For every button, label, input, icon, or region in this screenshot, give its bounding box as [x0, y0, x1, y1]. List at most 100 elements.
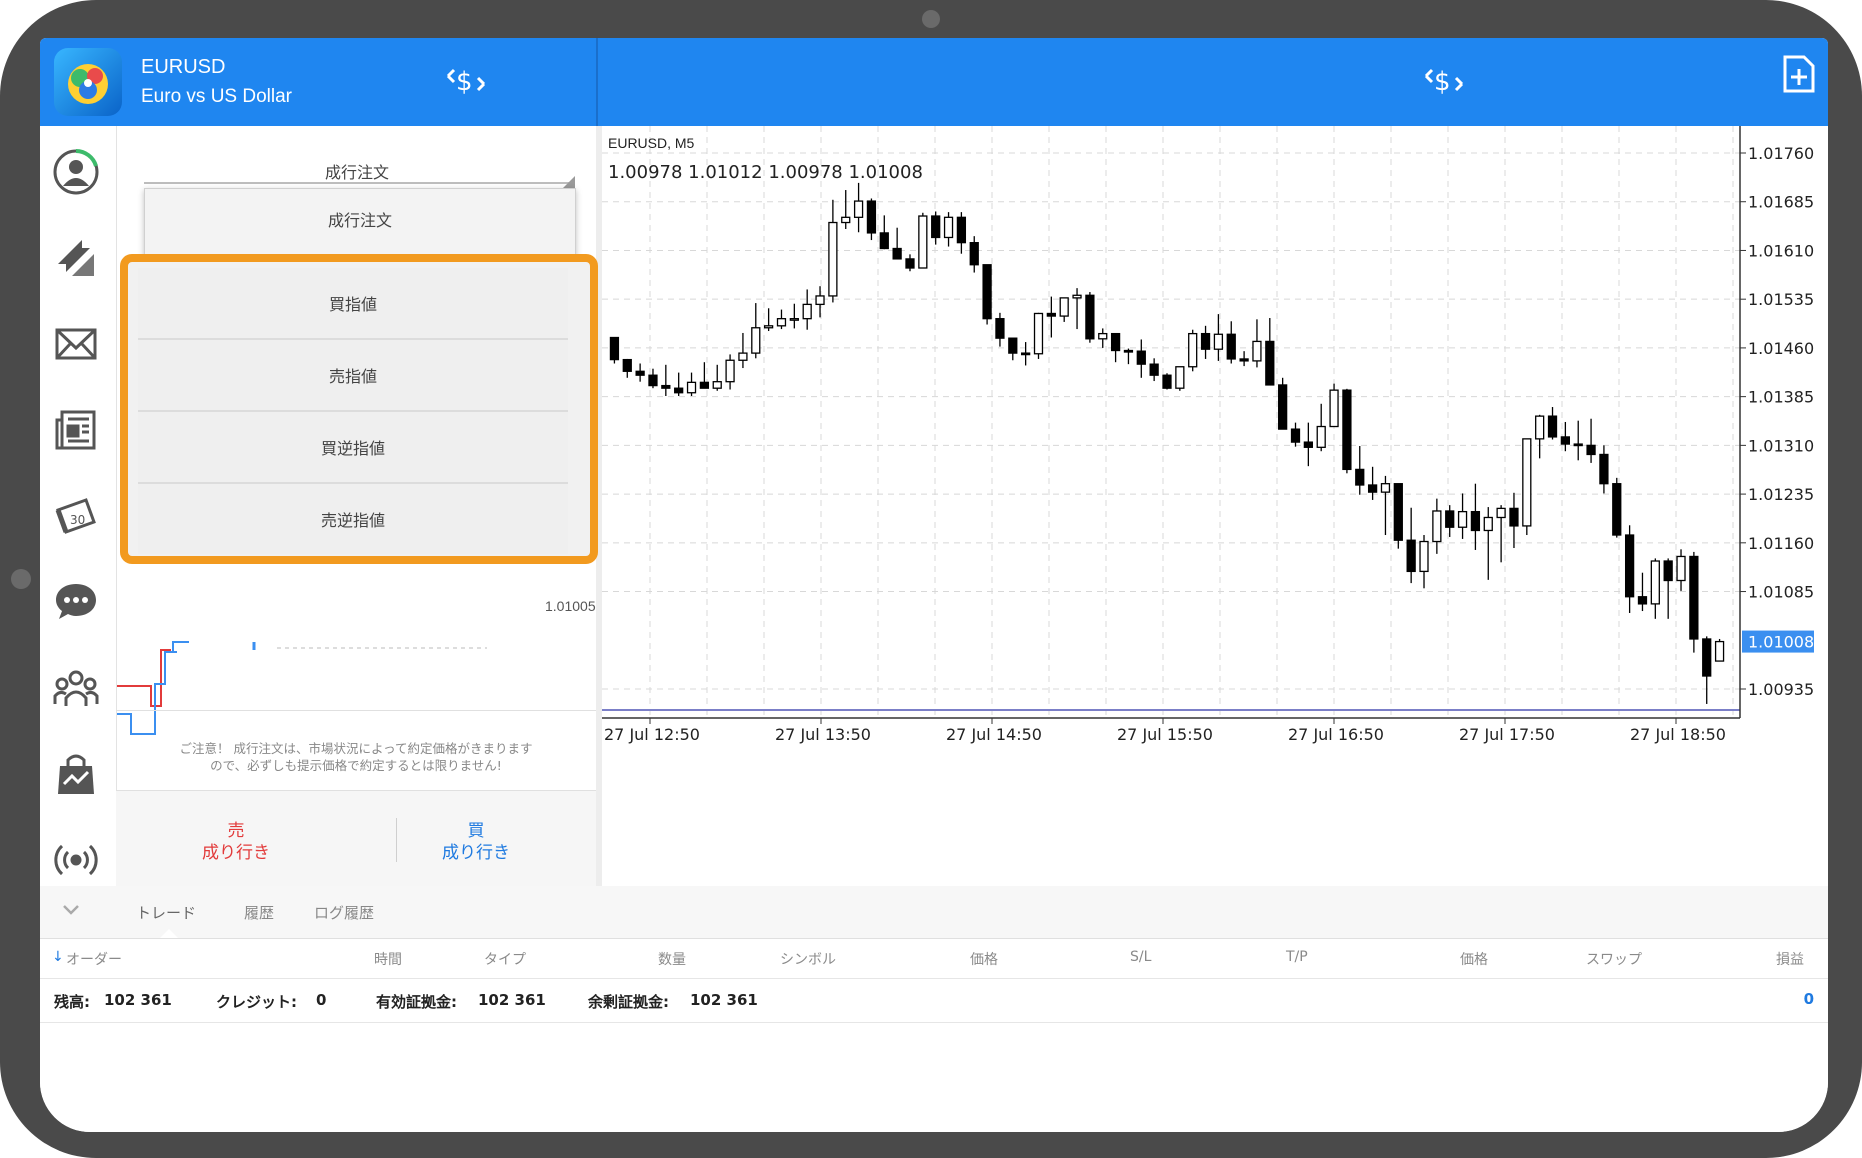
candle-body [1046, 312, 1056, 317]
chat-icon[interactable] [48, 574, 104, 630]
candle-body [1342, 389, 1352, 471]
candle-body [956, 216, 967, 244]
y-tick-label: 1.01760 [1748, 144, 1814, 163]
mail-icon[interactable] [48, 316, 104, 372]
candle-body [1098, 332, 1108, 340]
candle-body [1136, 350, 1146, 365]
candle-body [1200, 332, 1211, 350]
candle-body [699, 381, 710, 389]
candle-body [609, 336, 620, 361]
market-icon[interactable] [48, 746, 104, 802]
candle-body [943, 216, 954, 239]
col-sl[interactable]: S/L [1130, 949, 1151, 965]
candle-body [802, 303, 812, 320]
candle-body [1316, 425, 1326, 448]
candle-body [725, 359, 735, 383]
dropdown-option-sell-stop[interactable]: 売逆指値 [138, 484, 568, 554]
col-order[interactable]: オーダー [66, 949, 122, 969]
calendar-icon[interactable]: 30 [48, 488, 104, 544]
account-icon[interactable] [48, 144, 104, 200]
signal-icon[interactable] [48, 832, 104, 888]
dropdown-option-sell-limit[interactable]: 売指値 [138, 340, 568, 412]
trade-arrows-icon[interactable] [48, 230, 104, 286]
candle-body [841, 216, 851, 224]
tab-history[interactable]: 履歴 [244, 902, 274, 923]
candlestick-chart[interactable]: 1.01760 1.01685 1.01610 1.01535 1.01460 1.013… [602, 126, 1828, 781]
candle-body [648, 374, 658, 387]
y-tick-label: 1.01535 [1748, 290, 1814, 309]
candle-body [853, 200, 864, 218]
app-header: EURUSD Euro vs US Dollar $ $ [40, 38, 1828, 126]
dropdown-option-market[interactable]: 成行注文 [145, 189, 575, 249]
candle-body [1599, 453, 1609, 485]
col-volume[interactable]: 数量 [658, 949, 686, 969]
sell-button-label: 売 [227, 821, 245, 841]
y-tick-label: 1.01085 [1748, 583, 1814, 602]
candle-body [1329, 389, 1339, 428]
sell-market-button[interactable]: 売 成り行き [116, 820, 356, 864]
col-price[interactable]: 価格 [970, 949, 998, 969]
app-logo-icon[interactable] [54, 48, 122, 116]
buy-button-label: 買 [467, 821, 485, 841]
candle-body [905, 258, 915, 269]
y-tick-label: 1.01685 [1748, 193, 1814, 212]
sort-down-arrow-icon[interactable]: ↓ [52, 949, 64, 965]
candle-body [1188, 332, 1198, 368]
col-symbol[interactable]: シンボル [780, 949, 836, 969]
symbol-title: EURUSD [141, 56, 226, 78]
tab-log-history[interactable]: ログ履歴 [314, 902, 374, 923]
candle-body [892, 247, 902, 260]
candle-body [1406, 539, 1416, 573]
candle-body [815, 295, 825, 306]
currency-exchange-icon-right[interactable]: $ [1422, 58, 1466, 106]
notice-line-1: ご注意！ 成行注文は、市場状況によって約定価格がきまります [179, 741, 533, 756]
active-tab-indicator [160, 929, 178, 938]
candle-body [1650, 560, 1660, 605]
col-current-price[interactable]: 価格 [1460, 949, 1488, 969]
buy-market-button[interactable]: 買 成り行き [356, 820, 596, 864]
col-type[interactable]: タイプ [484, 949, 526, 969]
candle-body [1483, 516, 1493, 532]
candle-body [1059, 297, 1069, 317]
candle-body [1509, 507, 1519, 527]
candle-body [1470, 510, 1481, 532]
candle-body [982, 264, 992, 320]
x-tick-label: 27 Jul 14:50 [946, 725, 1042, 744]
col-profit[interactable]: 損益 [1776, 949, 1804, 969]
x-tick-label: 27 Jul 12:50 [604, 725, 700, 744]
collapse-chevron-icon[interactable] [60, 898, 82, 924]
dropdown-option-buy-stop[interactable]: 買逆指値 [138, 412, 568, 484]
price-chart[interactable]: 1.01760 1.01685 1.01610 1.01535 1.01460 1.013… [602, 126, 1828, 781]
candle-body [1213, 333, 1224, 350]
y-tick-label: 1.01385 [1748, 388, 1814, 407]
tab-trade[interactable]: トレード [136, 902, 196, 923]
svg-text:$: $ [456, 67, 473, 97]
symbol-description: Euro vs US Dollar [141, 86, 292, 107]
total-profit-value: 0 [1803, 990, 1814, 1008]
col-time[interactable]: 時間 [374, 949, 402, 969]
news-icon[interactable] [48, 402, 104, 458]
candle-body [661, 384, 671, 389]
candle-body [789, 318, 799, 321]
balance-label: 残高: [54, 993, 90, 1011]
currency-exchange-icon[interactable]: $ [444, 58, 488, 106]
x-tick-label: 27 Jul 16:50 [1288, 725, 1384, 744]
credit-value: 0 [316, 991, 327, 1009]
sell-button-sublabel: 成り行き [202, 843, 270, 863]
credit-label: クレジット: [216, 993, 297, 1011]
community-icon[interactable] [48, 660, 104, 716]
order-type-label: 成行注文 [324, 163, 389, 182]
camera-dot [922, 10, 940, 28]
terminal-panel: トレード 履歴 ログ履歴 ↓ オーダー 時間 タイプ 数量 シンボル 価格 S/… [40, 886, 1828, 1132]
col-swap[interactable]: スワップ [1586, 949, 1642, 969]
candle-body [1290, 428, 1301, 443]
y-tick-label: 1.01310 [1748, 436, 1814, 455]
x-tick-label: 27 Jul 13:50 [775, 725, 871, 744]
equity-label: 有効証拠金: [376, 993, 457, 1011]
candle-body [879, 232, 889, 250]
candle-body [1021, 352, 1031, 356]
new-order-icon[interactable] [1782, 54, 1816, 98]
candle-body [686, 381, 697, 394]
dropdown-option-buy-limit[interactable]: 買指値 [138, 268, 568, 340]
col-tp[interactable]: T/P [1286, 949, 1308, 965]
